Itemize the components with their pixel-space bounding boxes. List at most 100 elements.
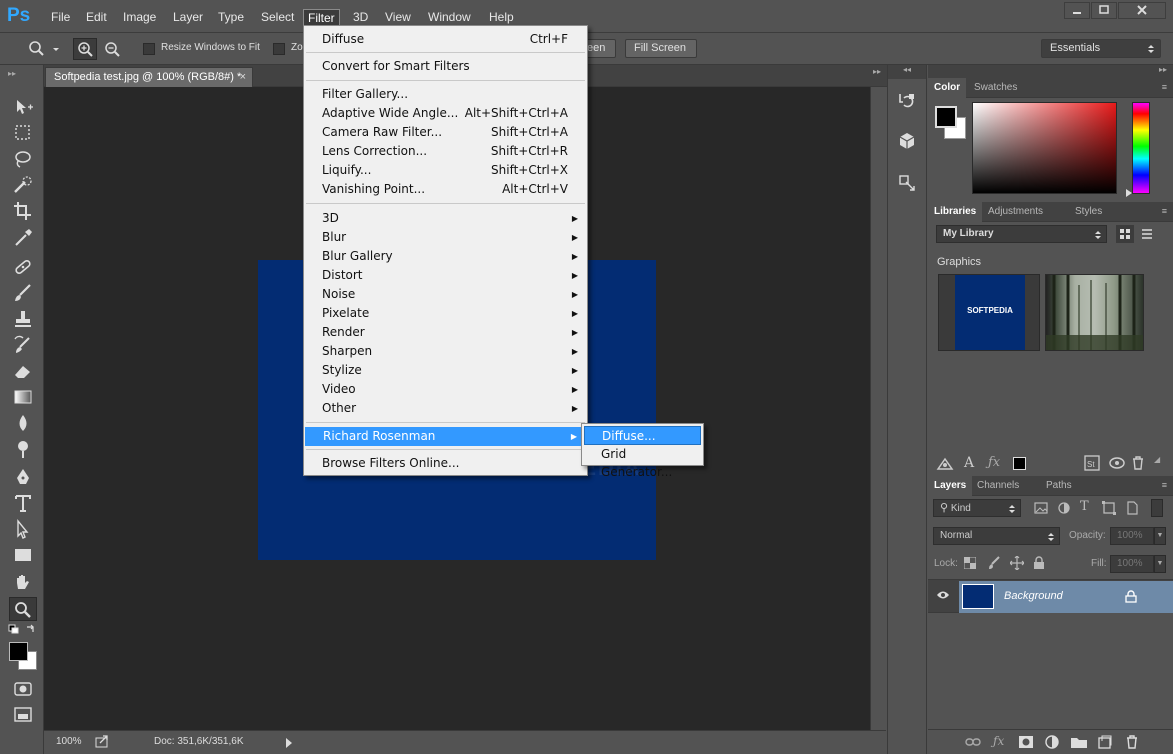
add-mask-icon[interactable] bbox=[1019, 736, 1033, 748]
menu-type[interactable]: Type bbox=[214, 9, 248, 27]
menu-item-video[interactable]: Video ▶ bbox=[304, 380, 587, 399]
healing-brush-tool-icon[interactable] bbox=[9, 255, 37, 279]
tab-paths[interactable]: Paths bbox=[1040, 476, 1078, 496]
color-picker-field[interactable] bbox=[972, 102, 1117, 194]
library-select[interactable]: My Library bbox=[936, 225, 1107, 243]
filter-smart-object-icon[interactable] bbox=[1125, 501, 1139, 515]
menu-item-adaptive-wide-angle[interactable]: Adaptive Wide Angle... Alt+Shift+Ctrl+A bbox=[304, 104, 587, 123]
quick-selection-tool-icon[interactable] bbox=[9, 173, 37, 197]
menu-item-filter-gallery[interactable]: Filter Gallery... bbox=[304, 85, 587, 104]
tab-expand-icon[interactable]: ▸▸ bbox=[873, 67, 881, 76]
clone-stamp-tool-icon[interactable] bbox=[9, 307, 37, 331]
dodge-tool-icon[interactable] bbox=[9, 437, 37, 461]
rectangle-tool-icon[interactable] bbox=[9, 543, 37, 567]
lock-position-icon[interactable] bbox=[1010, 556, 1024, 570]
quick-mask-icon[interactable] bbox=[9, 677, 37, 701]
menu-item-3d[interactable]: 3D ▶ bbox=[304, 209, 587, 228]
tab-color[interactable]: Color bbox=[928, 78, 967, 98]
lock-all-icon[interactable] bbox=[1033, 556, 1045, 570]
default-colors-icon[interactable] bbox=[8, 624, 20, 634]
pen-tool-icon[interactable] bbox=[9, 465, 37, 489]
vertical-scrollbar[interactable] bbox=[870, 87, 886, 730]
menu-image[interactable]: Image bbox=[119, 9, 160, 27]
library-trash-icon[interactable] bbox=[1131, 455, 1145, 471]
layer-style-icon[interactable]: ƒx bbox=[993, 734, 1004, 748]
stock-icon[interactable]: St bbox=[1084, 455, 1100, 471]
properties-panel-icon[interactable] bbox=[897, 173, 917, 193]
crop-tool-icon[interactable] bbox=[9, 199, 37, 223]
add-graphic-icon[interactable] bbox=[936, 455, 954, 471]
brush-tool-icon[interactable] bbox=[9, 281, 37, 305]
menu-select[interactable]: Select bbox=[257, 9, 298, 27]
list-view-icon[interactable] bbox=[1138, 225, 1156, 243]
zoom-all-checkbox[interactable] bbox=[273, 43, 285, 55]
close-button[interactable] bbox=[1118, 2, 1166, 19]
menu-item-render[interactable]: Render ▶ bbox=[304, 323, 587, 342]
opacity-field[interactable]: 100% bbox=[1110, 527, 1154, 545]
workspace-select[interactable]: Essentials bbox=[1041, 39, 1161, 58]
opacity-dropdown-icon[interactable]: ▼ bbox=[1154, 527, 1166, 545]
foreground-color-swatch[interactable] bbox=[9, 642, 28, 661]
menu-item-vanishing-point[interactable]: Vanishing Point... Alt+Ctrl+V bbox=[304, 180, 587, 199]
menu-item-other[interactable]: Other ▶ bbox=[304, 399, 587, 418]
creative-cloud-icon[interactable] bbox=[1108, 455, 1126, 471]
3d-panel-icon[interactable] bbox=[897, 131, 917, 151]
hue-slider[interactable] bbox=[1132, 102, 1150, 194]
menu-item-stylize[interactable]: Stylize ▶ bbox=[304, 361, 587, 380]
menu-file[interactable]: File bbox=[47, 9, 74, 27]
hand-tool-icon[interactable] bbox=[9, 571, 37, 595]
strip-collapse-icon[interactable]: ◂◂ bbox=[888, 65, 926, 79]
menu-item-noise[interactable]: Noise ▶ bbox=[304, 285, 587, 304]
delete-layer-icon[interactable] bbox=[1125, 735, 1139, 749]
screen-mode-icon[interactable] bbox=[9, 703, 37, 727]
layer-row[interactable]: Background bbox=[928, 579, 1173, 613]
layer-filter-select[interactable]: ⚲ Kind bbox=[933, 499, 1021, 517]
library-graphic-softpedia[interactable]: SOFTPEDIA bbox=[938, 274, 1040, 351]
filter-toggle-icon[interactable] bbox=[1151, 499, 1163, 517]
status-arrow-icon[interactable] bbox=[285, 738, 293, 748]
menu-item-camera-raw[interactable]: Camera Raw Filter... Shift+Ctrl+A bbox=[304, 123, 587, 142]
zoom-tool-icon[interactable] bbox=[9, 597, 37, 621]
zoom-tool-preset-icon[interactable] bbox=[28, 40, 62, 58]
menu-item-browse-filters[interactable]: Browse Filters Online... bbox=[304, 454, 587, 473]
menu-item-blur-gallery[interactable]: Blur Gallery ▶ bbox=[304, 247, 587, 266]
lock-transparent-icon[interactable] bbox=[964, 557, 976, 569]
add-layer-style-icon[interactable]: ƒx bbox=[988, 455, 1000, 470]
adjustment-layer-icon[interactable] bbox=[1045, 735, 1059, 749]
panel-menu-icon[interactable]: ≡ bbox=[1162, 480, 1167, 490]
layer-visibility-eye-icon[interactable] bbox=[936, 590, 950, 600]
tab-layers[interactable]: Layers bbox=[928, 476, 973, 496]
filter-image-icon[interactable] bbox=[1034, 501, 1048, 515]
library-graphic-forest[interactable] bbox=[1045, 274, 1144, 351]
move-tool-icon[interactable] bbox=[9, 95, 37, 119]
tab-libraries[interactable]: Libraries bbox=[928, 202, 983, 222]
fill-screen-button[interactable]: Fill Screen bbox=[625, 39, 697, 58]
menu-item-richard-rosenman[interactable]: Richard Rosenman ▶ bbox=[305, 427, 586, 446]
document-tab[interactable]: Softpedia test.jpg @ 100% (RGB/8#) * × bbox=[45, 67, 253, 87]
grid-view-icon[interactable] bbox=[1116, 225, 1134, 243]
panel-menu-icon[interactable]: ≡ bbox=[1162, 82, 1167, 92]
add-fill-color-icon[interactable] bbox=[1013, 457, 1026, 470]
maximize-button[interactable] bbox=[1091, 2, 1117, 19]
menu-item-last-filter[interactable]: Diffuse Ctrl+F bbox=[304, 30, 587, 49]
menu-edit[interactable]: Edit bbox=[82, 9, 111, 27]
blend-mode-select[interactable]: Normal bbox=[933, 527, 1060, 545]
minimize-button[interactable] bbox=[1064, 2, 1090, 19]
menu-item-pixelate[interactable]: Pixelate ▶ bbox=[304, 304, 587, 323]
lock-pixels-icon[interactable] bbox=[987, 556, 1001, 570]
history-panel-icon[interactable] bbox=[897, 91, 917, 111]
submenu-item-grid-generator[interactable]: Grid Generator... bbox=[584, 445, 701, 479]
marquee-tool-icon[interactable] bbox=[9, 121, 37, 145]
export-icon[interactable] bbox=[95, 735, 109, 748]
panels-collapse-icon[interactable]: ▸▸ bbox=[1159, 65, 1167, 74]
menu-layer[interactable]: Layer bbox=[169, 9, 207, 27]
blur-tool-icon[interactable] bbox=[9, 411, 37, 435]
submenu-item-diffuse[interactable]: Diffuse... bbox=[584, 426, 701, 445]
eraser-tool-icon[interactable] bbox=[9, 359, 37, 383]
add-character-style-icon[interactable]: A bbox=[964, 455, 974, 471]
library-resize-icon[interactable]: ◢ bbox=[1154, 455, 1160, 464]
new-group-icon[interactable] bbox=[1071, 736, 1087, 748]
menu-item-lens-correction[interactable]: Lens Correction... Shift+Ctrl+R bbox=[304, 142, 587, 161]
close-doc-icon[interactable]: × bbox=[240, 68, 246, 87]
fill-field[interactable]: 100% bbox=[1110, 555, 1154, 573]
